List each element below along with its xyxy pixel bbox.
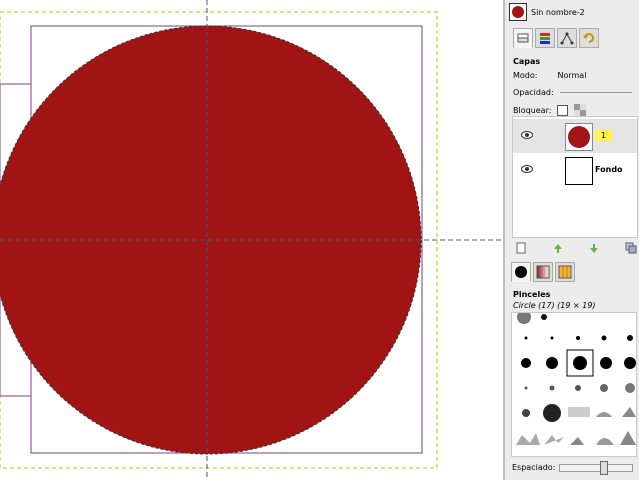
paths-icon	[560, 32, 574, 45]
dock-tabs	[513, 28, 599, 50]
layer-row-1[interactable]: 1	[513, 119, 637, 153]
brush-swatch[interactable]	[575, 385, 581, 391]
layer-thumbnail	[565, 123, 593, 151]
brush-swatch[interactable]	[541, 314, 547, 320]
current-brush-name: Circle (17) (19 × 19)	[513, 301, 596, 310]
brush-swatch[interactable]	[521, 358, 531, 368]
patterns-icon	[558, 265, 572, 279]
brush-swatch[interactable]	[627, 335, 633, 341]
duplicate-layer-icon[interactable]	[625, 242, 637, 254]
spacing-label: Espaciado:	[512, 463, 556, 472]
layer-buttons	[515, 240, 637, 256]
layers-panel-title: Capas	[513, 57, 541, 66]
brush-swatch[interactable]	[524, 336, 528, 340]
layer-name[interactable]: Fondo	[595, 165, 623, 174]
brush-swatch[interactable]	[601, 335, 607, 341]
opacity-slider[interactable]	[559, 92, 632, 93]
brush-swatch[interactable]	[576, 336, 580, 340]
brush-swatch[interactable]	[517, 313, 531, 324]
brush-swatch[interactable]	[516, 433, 540, 445]
brush-swatch[interactable]	[550, 336, 554, 340]
lock-label: Bloquear:	[513, 105, 552, 115]
tab-brushes[interactable]	[511, 262, 531, 282]
raise-layer-icon[interactable]	[552, 242, 564, 254]
canvas-svg	[0, 0, 503, 480]
brushes-panel-title: Pinceles	[513, 290, 551, 299]
brush-swatch[interactable]	[620, 431, 636, 445]
opacity-label: Opacidad:	[513, 88, 554, 97]
mode-select[interactable]: Normal	[557, 71, 586, 80]
gradients-icon	[536, 265, 550, 279]
brush-swatch[interactable]	[570, 437, 584, 445]
spacing-slider-handle[interactable]	[600, 460, 609, 475]
tab-channels[interactable]	[535, 28, 555, 48]
brush-swatch[interactable]	[568, 407, 590, 417]
brush-swatch[interactable]	[600, 357, 612, 369]
spacing-row: Espaciado:	[512, 460, 634, 475]
brush-swatch[interactable]	[596, 438, 614, 445]
eye-icon[interactable]	[521, 131, 533, 139]
image-selector[interactable]: Sin nombre-2	[509, 2, 637, 22]
mode-row: Modo: Normal	[513, 71, 586, 80]
checkerboard-icon	[574, 104, 587, 116]
brush-swatch[interactable]	[546, 357, 558, 369]
layer-thumbnail	[565, 157, 593, 185]
layers-icon	[517, 33, 529, 43]
brushes-icon	[515, 266, 527, 278]
opacity-row: Opacidad:	[513, 88, 632, 97]
image-title: Sin nombre-2	[531, 7, 585, 17]
tab-patterns[interactable]	[555, 262, 575, 282]
brush-swatch-selected[interactable]	[573, 356, 587, 370]
brush-swatch[interactable]	[625, 383, 635, 393]
tab-gradients[interactable]	[533, 262, 553, 282]
brush-swatch[interactable]	[543, 404, 561, 422]
brush-swatch[interactable]	[596, 412, 612, 417]
brush-swatch[interactable]	[624, 357, 636, 369]
tab-layers[interactable]	[513, 28, 533, 48]
brush-swatch[interactable]	[600, 384, 608, 392]
image-canvas[interactable]	[0, 0, 503, 480]
tab-paths[interactable]	[557, 28, 577, 48]
new-layer-icon[interactable]	[515, 242, 527, 254]
brush-swatch[interactable]	[524, 386, 528, 390]
eye-icon[interactable]	[521, 165, 533, 173]
brush-dock-tabs	[511, 262, 575, 284]
layer-row-fondo[interactable]: Fondo	[513, 153, 637, 187]
brushes-grid-svg	[516, 313, 636, 445]
brush-swatch[interactable]	[622, 407, 636, 417]
brush-swatch[interactable]	[522, 409, 530, 417]
mode-label: Modo:	[513, 71, 538, 80]
layer-name[interactable]: 1	[595, 130, 613, 141]
image-thumbnail	[509, 3, 527, 21]
brush-swatch[interactable]	[544, 435, 564, 445]
brushes-grid[interactable]	[511, 312, 637, 457]
spacing-slider[interactable]	[559, 460, 634, 475]
channels-icon	[540, 33, 550, 44]
undo-history-icon	[583, 33, 594, 43]
tab-undo-history[interactable]	[579, 28, 599, 48]
brush-swatch[interactable]	[549, 385, 555, 391]
lower-layer-icon[interactable]	[588, 242, 600, 254]
lock-row: Bloquear:	[513, 104, 587, 116]
lock-pixels-checkbox[interactable]	[557, 104, 569, 116]
layers-list: 1 Fondo	[512, 116, 638, 238]
